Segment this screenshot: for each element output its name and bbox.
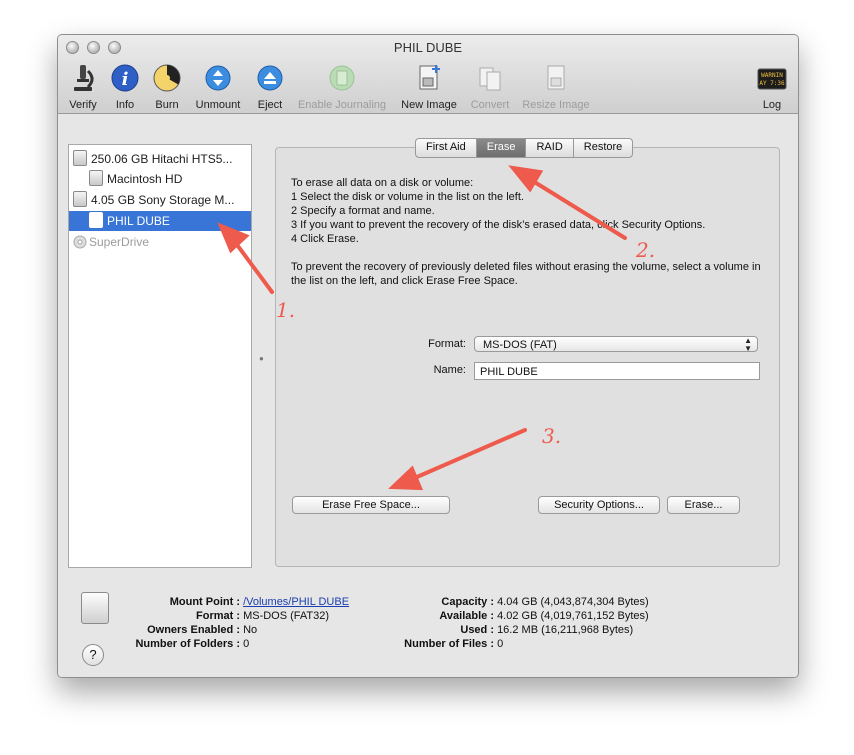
arrow-3-head	[388, 465, 424, 491]
annotation-1: 1.	[276, 298, 296, 322]
arrow-2-head	[508, 165, 544, 193]
annotation-arrows	[217, 165, 627, 491]
arrow-1-head	[217, 222, 250, 254]
arrow-2-shaft	[526, 176, 627, 240]
annotation-2: 2.	[636, 238, 656, 262]
arrow-3-shaft	[408, 428, 527, 482]
annotation-3: 3.	[542, 424, 562, 448]
